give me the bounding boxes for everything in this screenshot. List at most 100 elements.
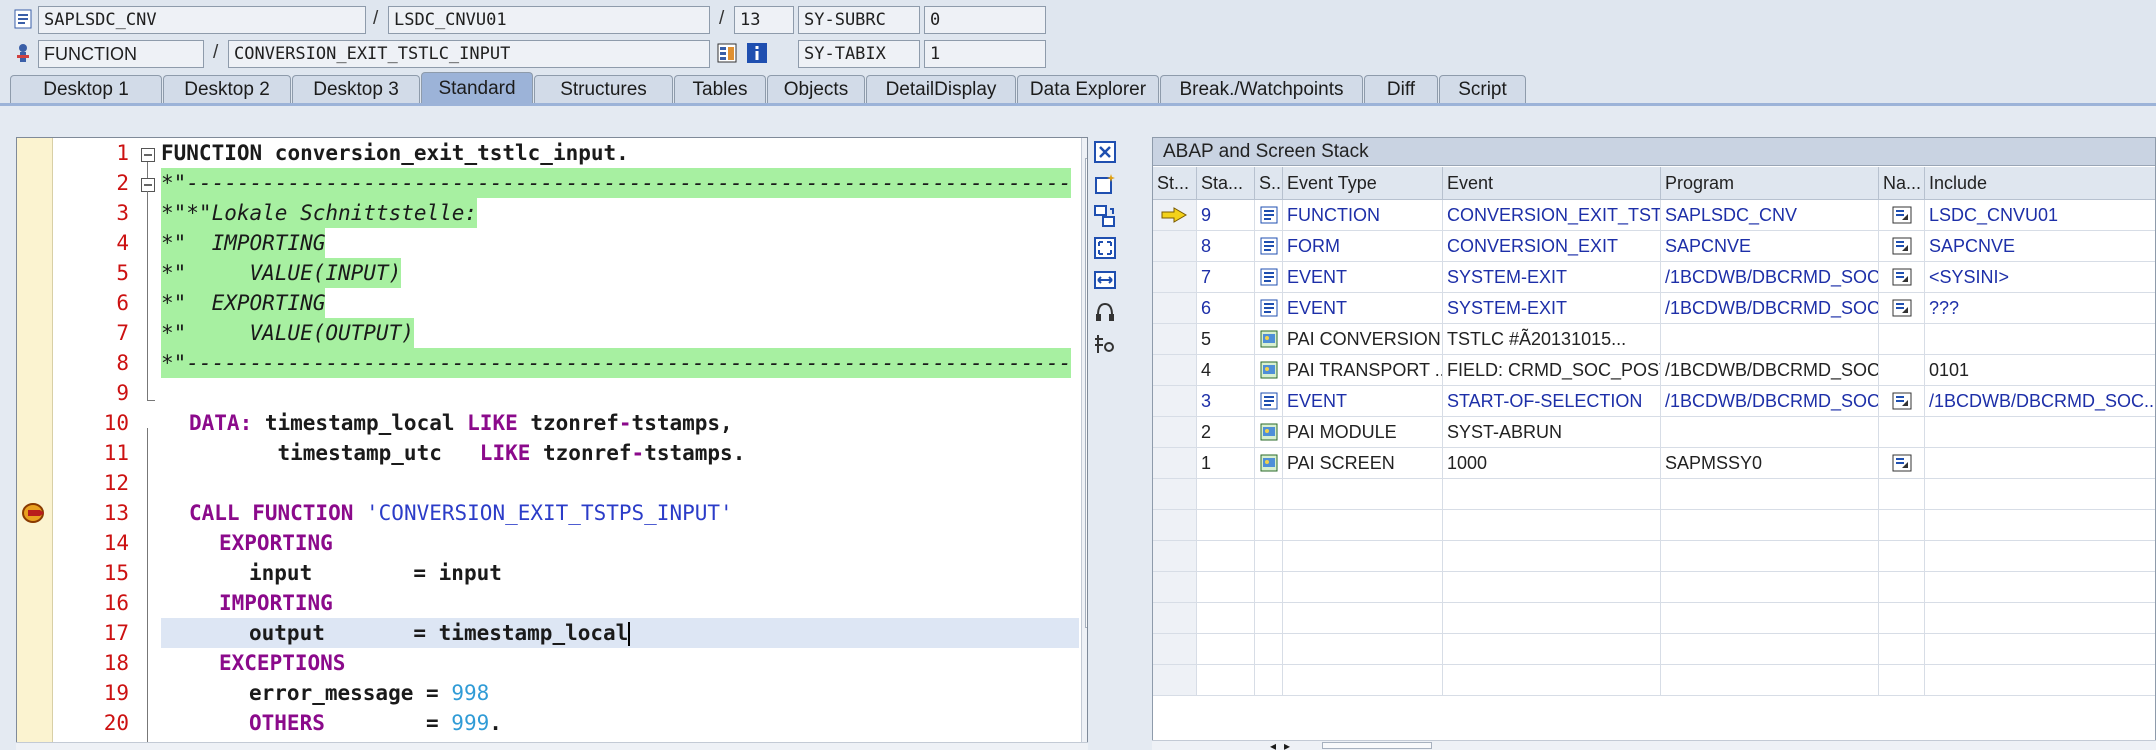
- screen-icon: [1255, 448, 1283, 479]
- stack-level-cell: 3: [1197, 386, 1255, 417]
- navigate-to-source-icon[interactable]: [1892, 206, 1912, 224]
- collapse-icon[interactable]: [141, 176, 155, 198]
- screen-icon: [1255, 324, 1283, 355]
- code-operator: =: [413, 681, 452, 705]
- col-header-s[interactable]: S..: [1255, 167, 1283, 200]
- code-identifier: timestamp_utc: [189, 441, 480, 465]
- tab-strip: Desktop 1 Desktop 2 Desktop 3 Standard S…: [0, 72, 2156, 104]
- empty-cell: [1197, 541, 1255, 572]
- tab-desktop-1[interactable]: Desktop 1: [10, 75, 162, 104]
- navigate-to-source-icon[interactable]: [1892, 392, 1912, 410]
- kind-field[interactable]: FUNCTION: [38, 40, 204, 68]
- scroll-thumb[interactable]: [1322, 742, 1432, 749]
- maximize-icon[interactable]: [1092, 235, 1118, 261]
- tab-standard[interactable]: Standard: [421, 72, 533, 104]
- line-number: 19: [103, 681, 129, 705]
- tab-desktop-3[interactable]: Desktop 3: [292, 75, 420, 104]
- tab-data-explorer[interactable]: Data Explorer: [1017, 75, 1159, 104]
- col-header-event[interactable]: Event: [1443, 167, 1661, 200]
- navigate-to-source-icon[interactable]: [1892, 454, 1912, 472]
- current-position-icon: [1161, 207, 1187, 223]
- tab-desktop-2[interactable]: Desktop 2: [163, 75, 291, 104]
- services-icon[interactable]: [1092, 299, 1118, 325]
- close-icon[interactable]: [1092, 139, 1118, 165]
- navigate-to-source-icon[interactable]: [1892, 237, 1912, 255]
- navigate-cell[interactable]: [1879, 200, 1925, 231]
- navigate-cell[interactable]: [1879, 262, 1925, 293]
- empty-cell: [1153, 479, 1197, 510]
- empty-cell: [1661, 510, 1879, 541]
- program-field[interactable]: SAPLSDC_CNV: [38, 6, 366, 34]
- tab-breakpoints[interactable]: Break./Watchpoints: [1160, 75, 1363, 104]
- editor-horizontal-scrollbar[interactable]: [16, 742, 1088, 750]
- full-width-icon[interactable]: [1092, 267, 1118, 293]
- navigate-cell[interactable]: [1879, 448, 1925, 479]
- navigate-cell: [1879, 417, 1925, 448]
- swap-tool-icon[interactable]: [1092, 203, 1118, 229]
- code-operator: -: [618, 411, 632, 435]
- navigate-to-source-icon[interactable]: [1892, 299, 1912, 317]
- tools-icon[interactable]: [1092, 331, 1118, 357]
- stack-level-cell: 6: [1197, 293, 1255, 324]
- new-window-icon[interactable]: [1092, 171, 1118, 197]
- event-type-cell: FORM: [1283, 231, 1443, 262]
- tab-objects[interactable]: Objects: [767, 75, 865, 104]
- sysfield-value-2[interactable]: 1: [924, 40, 1046, 68]
- include-field[interactable]: LSDC_CNVU01: [388, 6, 710, 34]
- code-keyword: OTHERS: [249, 711, 325, 735]
- breakpoint-gutter[interactable]: [17, 138, 53, 749]
- navigate-cell[interactable]: [1879, 231, 1925, 262]
- empty-cell: [1153, 603, 1197, 634]
- col-header-stack[interactable]: Sta...: [1197, 167, 1255, 200]
- code-identifier: timestamp_local: [252, 411, 468, 435]
- tab-detail-display[interactable]: DetailDisplay: [866, 75, 1016, 104]
- display-source-icon[interactable]: [716, 42, 738, 64]
- code-line-14: EXPORTING: [219, 531, 333, 555]
- code-area[interactable]: FUNCTION conversion_exit_tstlc_input. *"…: [161, 138, 1079, 749]
- line-number: 17: [103, 621, 129, 645]
- tab-tables[interactable]: Tables: [674, 75, 766, 104]
- code-line-2: *"--------------------------------------…: [161, 168, 1072, 198]
- code-number: 998: [451, 681, 490, 705]
- include-cell: LSDC_CNVU01: [1925, 200, 2155, 231]
- line-field[interactable]: 13: [734, 6, 794, 34]
- scroll-down-icon[interactable]: [1085, 718, 1087, 740]
- include-cell: [1925, 417, 2155, 448]
- navigate-to-source-icon[interactable]: [1892, 268, 1912, 286]
- tab-diff[interactable]: Diff: [1364, 75, 1438, 104]
- collapse-icon[interactable]: [141, 146, 155, 168]
- code-keyword: FUNCTION: [161, 141, 263, 165]
- code-operator: =: [324, 621, 439, 645]
- stack-horizontal-scrollbar[interactable]: ◂ ▸: [1152, 739, 2156, 750]
- code-line-19: error_message = 998: [249, 678, 489, 708]
- abap-source-icon: [1255, 200, 1283, 231]
- tab-structures[interactable]: Structures: [534, 75, 673, 104]
- source-editor[interactable]: 1 2 3 4 5 6 7 8 9 10 11 12 13 14 15 16 1…: [16, 137, 1088, 750]
- scroll-thumb[interactable]: [1085, 158, 1087, 628]
- line-number: 16: [103, 591, 129, 615]
- function-name-field[interactable]: CONVERSION_EXIT_TSTLC_INPUT: [228, 40, 710, 68]
- empty-cell: [1661, 634, 1879, 665]
- line-number: 11: [103, 441, 129, 465]
- col-header-include[interactable]: Include: [1925, 167, 2155, 200]
- scroll-left-icon[interactable]: ◂: [1270, 739, 1276, 750]
- fold-line: [147, 191, 148, 401]
- col-header-status[interactable]: St...: [1153, 167, 1197, 200]
- line-number: 12: [103, 471, 129, 495]
- tab-script[interactable]: Script: [1439, 75, 1526, 104]
- program-icon: [12, 8, 34, 30]
- col-header-event-type[interactable]: Event Type: [1283, 167, 1443, 200]
- info-icon[interactable]: [746, 42, 768, 64]
- code-text: conversion_exit_tstlc_input.: [262, 141, 629, 165]
- editor-vertical-scrollbar[interactable]: ⋮: [1081, 138, 1087, 749]
- navigate-cell[interactable]: [1879, 386, 1925, 417]
- scroll-up-icon[interactable]: [1085, 694, 1087, 716]
- abap-source-icon: [1255, 231, 1283, 262]
- screen-icon: [1255, 417, 1283, 448]
- scroll-right-icon[interactable]: ▸: [1284, 739, 1290, 750]
- empty-cell: [1255, 665, 1283, 696]
- sysfield-value-1[interactable]: 0: [924, 6, 1046, 34]
- col-header-nav[interactable]: Na...: [1879, 167, 1925, 200]
- col-header-program[interactable]: Program: [1661, 167, 1879, 200]
- navigate-cell[interactable]: [1879, 293, 1925, 324]
